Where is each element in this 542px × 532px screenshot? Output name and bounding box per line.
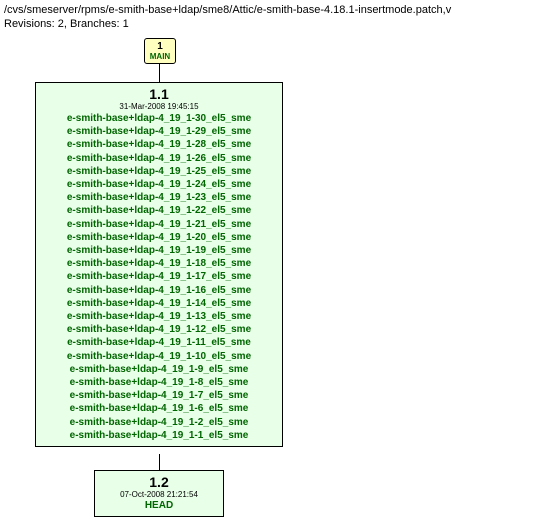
revision-tag: HEAD (99, 500, 219, 512)
connector-line (159, 454, 160, 470)
revision-tag: e-smith-base+ldap-4_19_1-13_el5_sme (40, 310, 278, 323)
revision-tag: e-smith-base+ldap-4_19_1-6_el5_sme (40, 402, 278, 415)
revision-tag: e-smith-base+ldap-4_19_1-25_el5_sme (40, 165, 278, 178)
revision-tag: e-smith-base+ldap-4_19_1-1_el5_sme (40, 429, 278, 442)
revision-date: 31-Mar-2008 19:45:15 (40, 102, 278, 112)
revision-tag: e-smith-base+ldap-4_19_1-18_el5_sme (40, 257, 278, 270)
revision-tag: e-smith-base+ldap-4_19_1-16_el5_sme (40, 284, 278, 297)
revision-tag: e-smith-base+ldap-4_19_1-14_el5_sme (40, 297, 278, 310)
revisions-info: Revisions: 2, Branches: 1 (4, 18, 538, 30)
revision-tag: e-smith-base+ldap-4_19_1-20_el5_sme (40, 231, 278, 244)
revision-tag: e-smith-base+ldap-4_19_1-10_el5_sme (40, 350, 278, 363)
revision-tag: e-smith-base+ldap-4_19_1-7_el5_sme (40, 389, 278, 402)
revision-tag: e-smith-base+ldap-4_19_1-8_el5_sme (40, 376, 278, 389)
revision-tag: e-smith-base+ldap-4_19_1-12_el5_sme (40, 323, 278, 336)
revision-tag: e-smith-base+ldap-4_19_1-23_el5_sme (40, 191, 278, 204)
file-path: /cvs/smeserver/rpms/e-smith-base+ldap/sm… (4, 4, 538, 16)
branch-main-box[interactable]: 1 MAIN (144, 38, 176, 64)
revision-tag: e-smith-base+ldap-4_19_1-21_el5_sme (40, 218, 278, 231)
revision-version: 1.1 (40, 86, 278, 102)
revision-tag: e-smith-base+ldap-4_19_1-29_el5_sme (40, 125, 278, 138)
revision-tag: e-smith-base+ldap-4_19_1-24_el5_sme (40, 178, 278, 191)
revision-tag: e-smith-base+ldap-4_19_1-28_el5_sme (40, 138, 278, 151)
revision-tag: e-smith-base+ldap-4_19_1-30_el5_sme (40, 112, 278, 125)
revision-tag: e-smith-base+ldap-4_19_1-17_el5_sme (40, 270, 278, 283)
revision-tag: e-smith-base+ldap-4_19_1-11_el5_sme (40, 336, 278, 349)
branch-number: 1 (157, 42, 163, 52)
revision-1-1-box[interactable]: 1.1 31-Mar-2008 19:45:15 e-smith-base+ld… (35, 82, 283, 447)
revision-tag: e-smith-base+ldap-4_19_1-2_el5_sme (40, 416, 278, 429)
revision-1-2-box[interactable]: 1.2 07-Oct-2008 21:21:54 HEAD (94, 470, 224, 517)
revision-tag: e-smith-base+ldap-4_19_1-26_el5_sme (40, 152, 278, 165)
revision-tag: e-smith-base+ldap-4_19_1-19_el5_sme (40, 244, 278, 257)
revision-graph: 1 MAIN 1.1 31-Mar-2008 19:45:15 e-smith-… (4, 38, 538, 528)
branch-label: MAIN (150, 52, 170, 61)
revision-version: 1.2 (99, 474, 219, 490)
revision-tag: e-smith-base+ldap-4_19_1-9_el5_sme (40, 363, 278, 376)
connector-line (159, 64, 160, 82)
revision-date: 07-Oct-2008 21:21:54 (99, 490, 219, 500)
revision-tag: e-smith-base+ldap-4_19_1-22_el5_sme (40, 204, 278, 217)
